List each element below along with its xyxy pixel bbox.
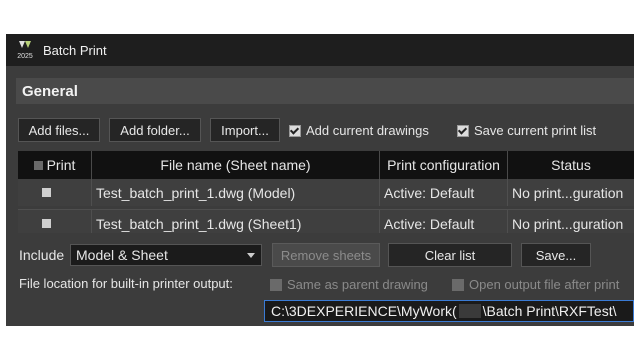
include-select-value: Model & Sheet: [76, 247, 168, 263]
row-checkbox-icon[interactable]: [42, 188, 51, 197]
redacted-text: [458, 304, 481, 318]
row-status: No print...guration: [512, 215, 624, 232]
same-as-parent-label: Same as parent drawing: [287, 277, 428, 292]
table-row[interactable]: Test_batch_print_1.dwg (Sheet1) Active: …: [18, 209, 634, 233]
checkbox-icon: [452, 278, 464, 291]
header-status[interactable]: Status: [508, 151, 634, 179]
checkbox-icon: [270, 278, 282, 291]
output-path-start: C:\3DEXPERIENCE\MyWork(: [271, 303, 457, 319]
save-button[interactable]: Save...: [521, 243, 591, 267]
app-logo-icon: 2025: [16, 40, 34, 60]
header-print-label: Print: [46, 157, 76, 173]
save-current-print-list-checkbox[interactable]: Save current print list: [457, 123, 596, 138]
print-list-table: Print File name (Sheet name) Print confi…: [18, 151, 634, 233]
same-as-parent-checkbox[interactable]: Same as parent drawing: [270, 277, 428, 292]
header-file-name[interactable]: File name (Sheet name): [92, 151, 380, 179]
import-button[interactable]: Import...: [210, 118, 280, 142]
row-file-name: Test_batch_print_1.dwg (Model): [92, 179, 380, 206]
svg-text:2025: 2025: [17, 53, 33, 60]
clear-list-button[interactable]: Clear list: [388, 243, 512, 267]
header-print-configuration[interactable]: Print configuration: [380, 151, 508, 179]
checkbox-icon: [457, 124, 469, 137]
header-print[interactable]: Print: [18, 151, 92, 179]
row-print-cell[interactable]: [18, 179, 92, 206]
row-status: No print...guration: [512, 184, 624, 201]
add-files-button[interactable]: Add files...: [18, 118, 100, 142]
include-label: Include: [19, 247, 65, 263]
window-title: Batch Print: [43, 42, 107, 58]
add-folder-button[interactable]: Add folder...: [109, 118, 201, 142]
output-location-label: File location for built-in printer outpu…: [19, 276, 233, 291]
output-path-end: \Batch Print\RXFTest\: [482, 303, 617, 319]
section-header: General: [16, 78, 634, 104]
checkbox-icon: [289, 124, 301, 137]
select-all-checkbox-icon[interactable]: [33, 160, 43, 170]
title-bar: 2025 Batch Print: [6, 34, 634, 66]
row-checkbox-icon[interactable]: [42, 219, 51, 228]
add-current-drawings-checkbox[interactable]: Add current drawings: [289, 123, 429, 138]
include-select[interactable]: Model & Sheet: [70, 244, 262, 266]
row-print-configuration[interactable]: Active: Default: [380, 179, 508, 206]
batch-print-window: 2025 Batch Print General Add files... Ad…: [6, 34, 634, 326]
table-row[interactable]: Test_batch_print_1.dwg (Model) Active: D…: [18, 179, 634, 206]
chevron-down-icon: [247, 253, 255, 258]
section-title: General: [22, 82, 78, 100]
open-output-file-checkbox[interactable]: Open output file after print: [452, 277, 619, 292]
save-current-print-list-label: Save current print list: [474, 123, 597, 138]
row-print-cell[interactable]: [18, 210, 92, 233]
add-current-drawings-label: Add current drawings: [306, 123, 429, 138]
open-output-file-label: Open output file after print: [469, 277, 620, 292]
output-path-field[interactable]: C:\3DEXPERIENCE\MyWork( \Batch Print\RXF…: [264, 300, 634, 322]
remove-sheets-button[interactable]: Remove sheets: [272, 243, 380, 267]
row-file-name: Test_batch_print_1.dwg (Sheet1): [92, 210, 380, 233]
row-print-configuration[interactable]: Active: Default: [380, 210, 508, 233]
